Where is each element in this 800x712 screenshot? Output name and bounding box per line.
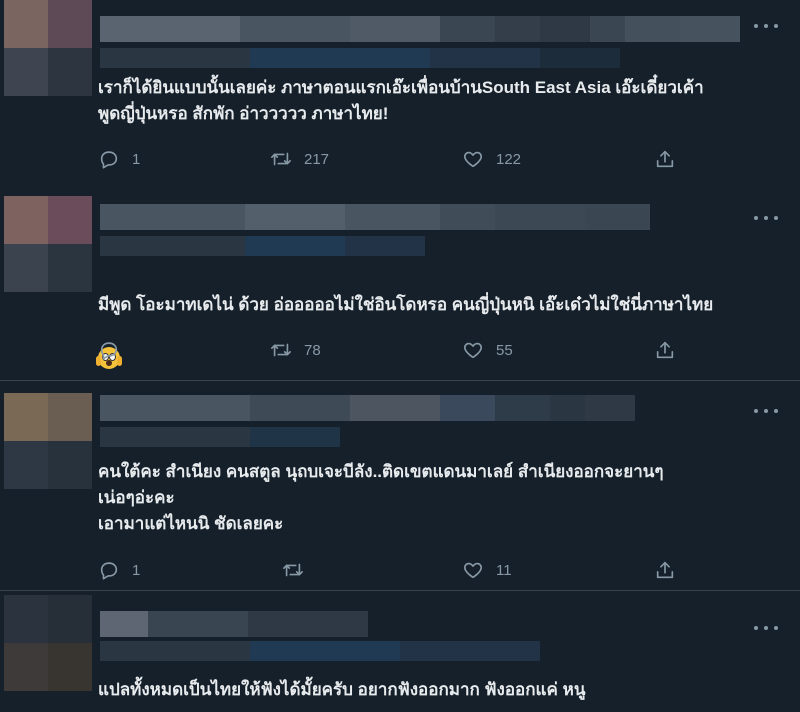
reply-icon <box>100 562 118 580</box>
share-icon <box>656 341 674 359</box>
retweet-button[interactable]: 217 <box>270 147 329 171</box>
share-icon <box>656 150 674 168</box>
tweet-1[interactable]: เราก็ได้ยินแบบนั้นเลยค่ะ ภาษาตอนแรกเอ๊ะเ… <box>0 0 800 190</box>
heart-icon <box>464 151 482 168</box>
avatar[interactable] <box>4 393 92 489</box>
retweet-icon <box>271 152 291 166</box>
author-name-redacted[interactable] <box>100 204 650 230</box>
tweet-text: แปลทั้งหมดเป็นไทยให้ฟังได้มั้ยครับ อยากฟ… <box>98 680 586 699</box>
share-icon <box>656 561 674 579</box>
more-options-icon[interactable] <box>754 407 778 415</box>
more-options-icon[interactable] <box>754 214 778 222</box>
like-button[interactable]: 122 <box>462 147 521 171</box>
author-handle-redacted <box>100 427 340 447</box>
like-button[interactable]: 11 <box>462 558 512 582</box>
tweet-actions: 1 217 122 <box>98 147 698 171</box>
more-options-icon[interactable] <box>754 624 778 632</box>
tweet-text: เราก็ได้ยินแบบนั้นเลยค่ะ ภาษาตอนแรกเอ๊ะเ… <box>98 78 704 123</box>
avatar[interactable] <box>4 0 92 96</box>
author-handle-redacted <box>100 236 425 256</box>
author-handle-redacted <box>100 48 620 68</box>
retweet-button[interactable]: 78 <box>270 338 321 362</box>
tweet-4[interactable]: แปลทั้งหมดเป็นไทยให้ฟังได้มั้ยครับ อยากฟ… <box>0 591 800 712</box>
retweet-count: 217 <box>304 150 330 168</box>
retweet-icon <box>271 343 291 357</box>
reply-count: 1 <box>132 561 141 579</box>
like-count: 122 <box>496 150 522 168</box>
share-button[interactable] <box>654 558 676 582</box>
tweet-text: คนใต้คะ สำเนียง คนสตูล นุถบเจะบีลัง..ติด… <box>98 462 664 533</box>
like-count: 11 <box>496 561 512 579</box>
heart-icon <box>464 342 482 359</box>
more-options-icon[interactable] <box>754 22 778 30</box>
reply-icon <box>100 342 118 360</box>
reply-count: 1 <box>132 150 141 168</box>
retweet-count: 78 <box>304 341 321 359</box>
retweet-button[interactable] <box>282 558 316 582</box>
author-name-redacted[interactable] <box>100 395 635 421</box>
share-button[interactable] <box>654 147 676 171</box>
avatar[interactable] <box>4 595 92 691</box>
avatar[interactable] <box>4 196 92 292</box>
author-handle-redacted <box>100 641 540 661</box>
reply-icon <box>100 151 118 169</box>
author-name-redacted[interactable] <box>100 611 368 637</box>
like-button[interactable]: 55 <box>462 338 513 362</box>
share-button[interactable] <box>654 338 676 362</box>
like-count: 55 <box>496 341 513 359</box>
tweet-actions: 1 11 <box>98 558 698 582</box>
tweet-3[interactable]: คนใต้คะ สำเนียง คนสตูล นุถบเจะบีลัง..ติด… <box>0 381 800 589</box>
reply-button[interactable]: 1 <box>98 558 140 582</box>
tweet-actions: 78 55 <box>98 338 698 362</box>
author-name-redacted[interactable] <box>100 16 740 42</box>
heart-icon <box>464 562 482 579</box>
retweet-icon <box>283 563 303 577</box>
reply-button[interactable] <box>98 338 132 362</box>
reply-button[interactable]: 1 <box>98 147 140 171</box>
tweet-text-content: มีพูด โอะมาทเดไน่ ด้วย อ่อออออไม่ใช่อินโ… <box>98 295 714 314</box>
tweet-2[interactable]: มีพูด โอะมาทเดไน่ ด้วย อ่อออออไม่ใช่อินโ… <box>0 190 800 380</box>
